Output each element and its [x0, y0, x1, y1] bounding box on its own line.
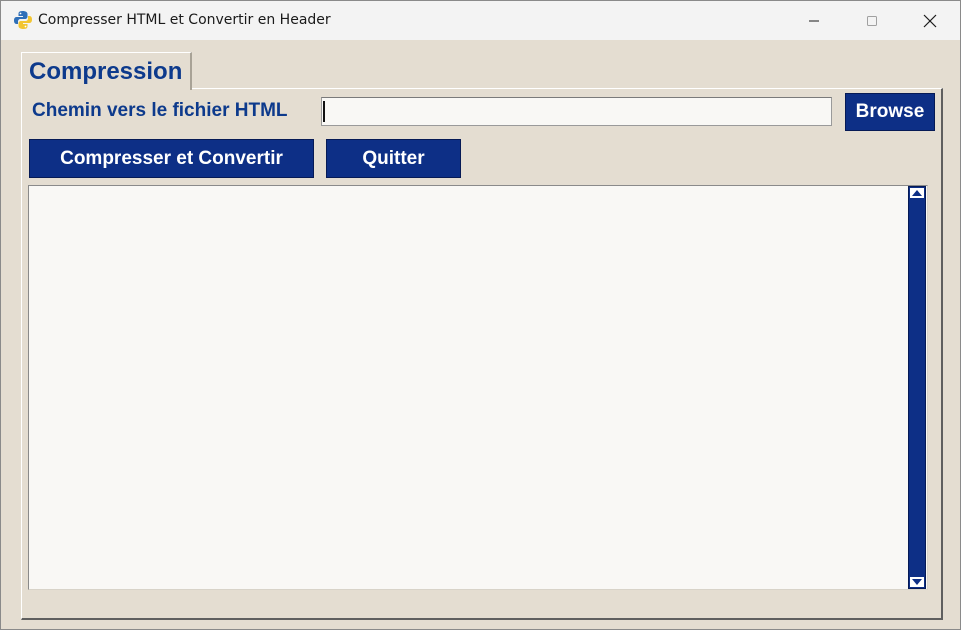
browse-button[interactable]: Browse [845, 93, 935, 131]
file-path-input[interactable] [321, 97, 832, 126]
output-scrollbar[interactable] [908, 186, 926, 589]
python-icon [13, 10, 33, 30]
window-title: Compresser HTML et Convertir en Header [38, 12, 331, 28]
quit-button[interactable]: Quitter [326, 139, 461, 178]
scroll-up-button[interactable] [910, 188, 924, 198]
tab-compression[interactable]: Compression [21, 52, 192, 90]
text-caret [323, 101, 325, 122]
tab-label: Compression [29, 58, 183, 85]
close-icon [923, 14, 937, 27]
title-bar[interactable]: Compresser HTML et Convertir en Header [1, 1, 960, 40]
minimize-button[interactable] [791, 1, 837, 40]
maximize-button[interactable] [849, 1, 895, 40]
scroll-down-button[interactable] [910, 577, 924, 587]
file-path-label: Chemin vers le fichier HTML [32, 100, 288, 121]
arrow-down-icon [912, 579, 922, 585]
close-button[interactable] [907, 1, 953, 40]
maximize-icon [867, 15, 877, 26]
app-window: Compresser HTML et Convertir en Header C… [0, 0, 961, 630]
arrow-up-icon [912, 190, 922, 196]
output-text-area[interactable] [28, 185, 928, 590]
compress-convert-button[interactable]: Compresser et Convertir [29, 139, 314, 178]
minimize-icon [809, 20, 819, 21]
